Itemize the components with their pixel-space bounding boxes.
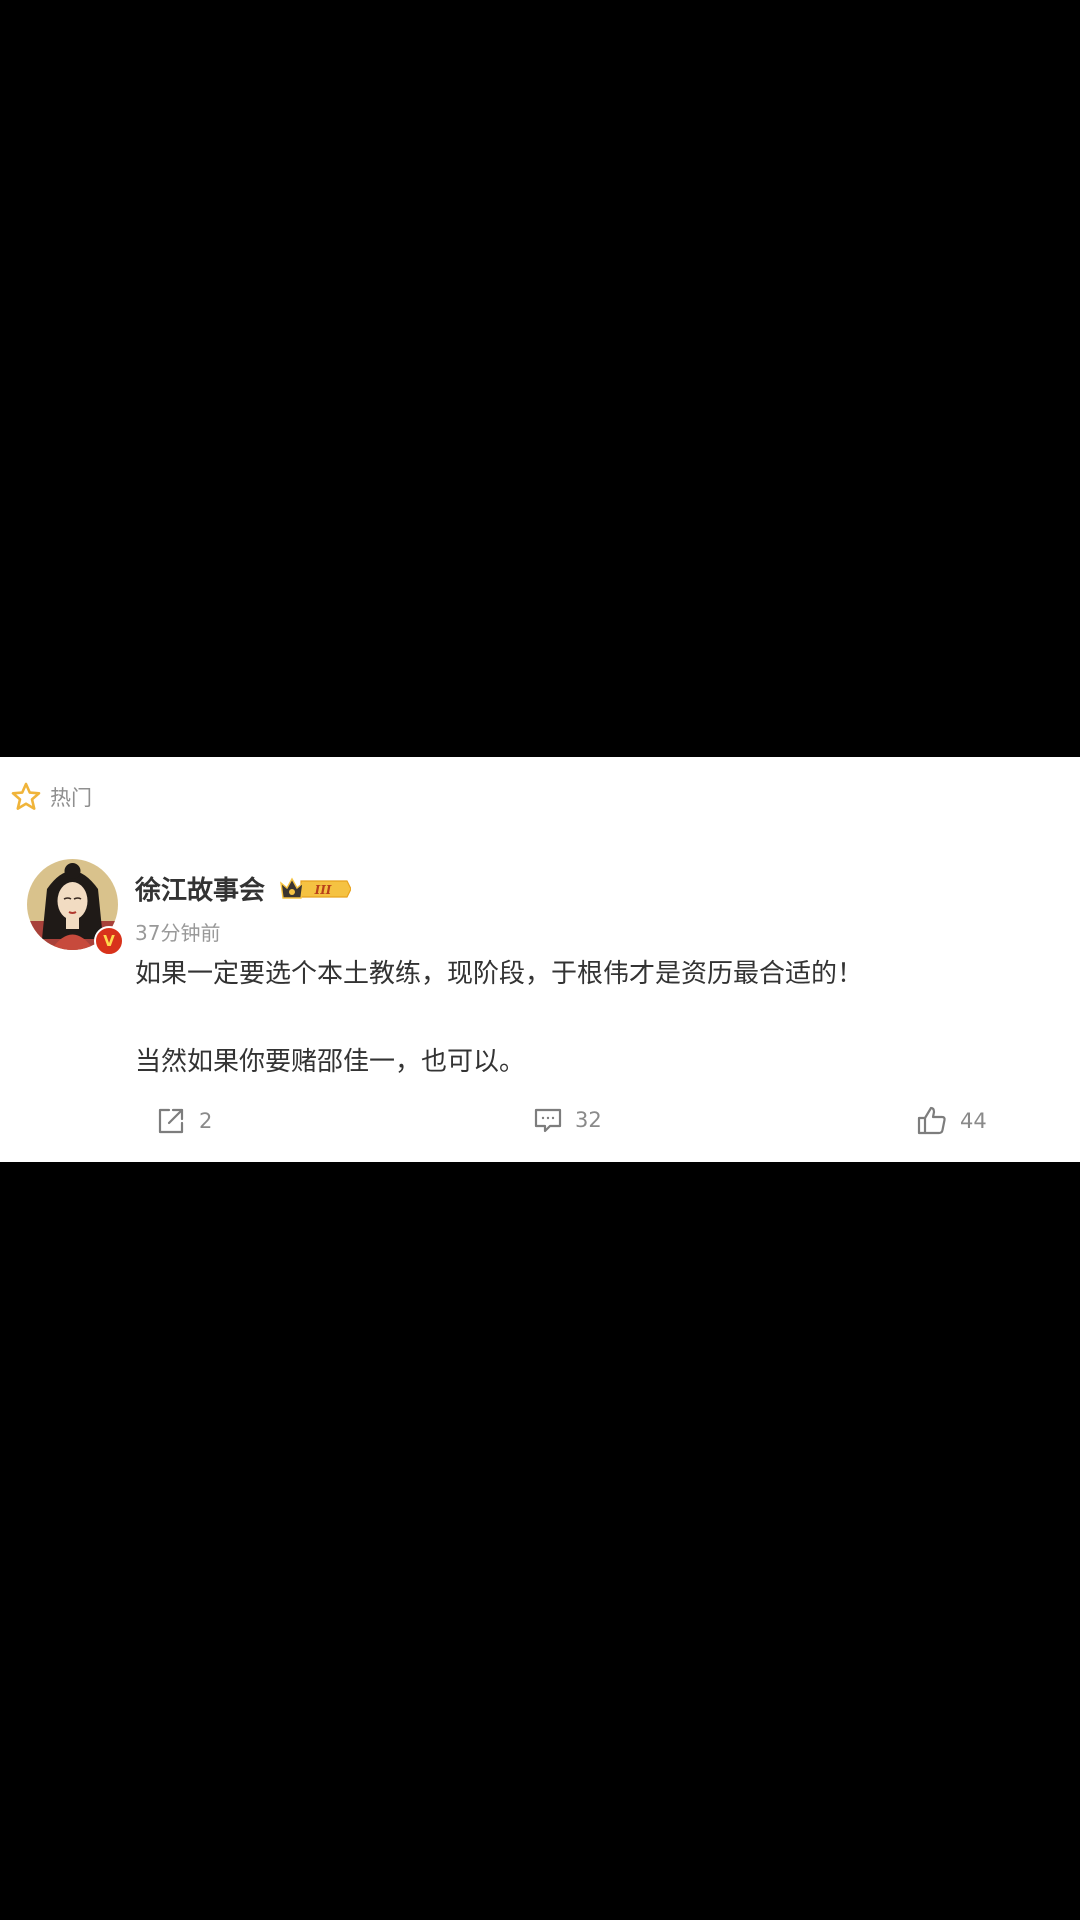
- like-count: 44: [960, 1109, 987, 1133]
- comment-button[interactable]: 32: [533, 1105, 602, 1135]
- like-button[interactable]: 44: [916, 1105, 987, 1137]
- comment-icon: [533, 1105, 563, 1135]
- hot-comment-card: 热门 V 徐江故事会 III 37分钟前 如果一定要选个本土教练，现阶段，于根伟…: [0, 757, 1080, 1162]
- star-icon: [10, 781, 42, 813]
- verified-badge: V: [94, 926, 124, 956]
- username[interactable]: 徐江故事会: [135, 870, 265, 907]
- repost-button[interactable]: 2: [155, 1105, 212, 1137]
- repost-count: 2: [199, 1109, 213, 1133]
- level-badge-text: III: [314, 883, 332, 897]
- post-time: 37分钟前: [135, 921, 221, 945]
- comment-count: 32: [575, 1108, 602, 1132]
- share-icon: [155, 1105, 187, 1137]
- post-content: 如果一定要选个本土教练，现阶段，于根伟才是资历最合适的！ 当然如果你要赌邵佳一，…: [135, 952, 1045, 1084]
- crown-icon: III: [280, 877, 352, 899]
- avatar[interactable]: V: [27, 859, 124, 956]
- post-paragraph-1: 如果一定要选个本土教练，现阶段，于根伟才是资历最合适的！: [135, 959, 864, 989]
- hot-label: 热门: [50, 786, 92, 810]
- post-paragraph-2: 当然如果你要赌邵佳一，也可以。: [135, 1047, 526, 1077]
- thumbs-up-icon: [916, 1105, 948, 1137]
- hot-section-header: 热门: [10, 781, 92, 813]
- user-name-row: 徐江故事会 III: [135, 870, 352, 907]
